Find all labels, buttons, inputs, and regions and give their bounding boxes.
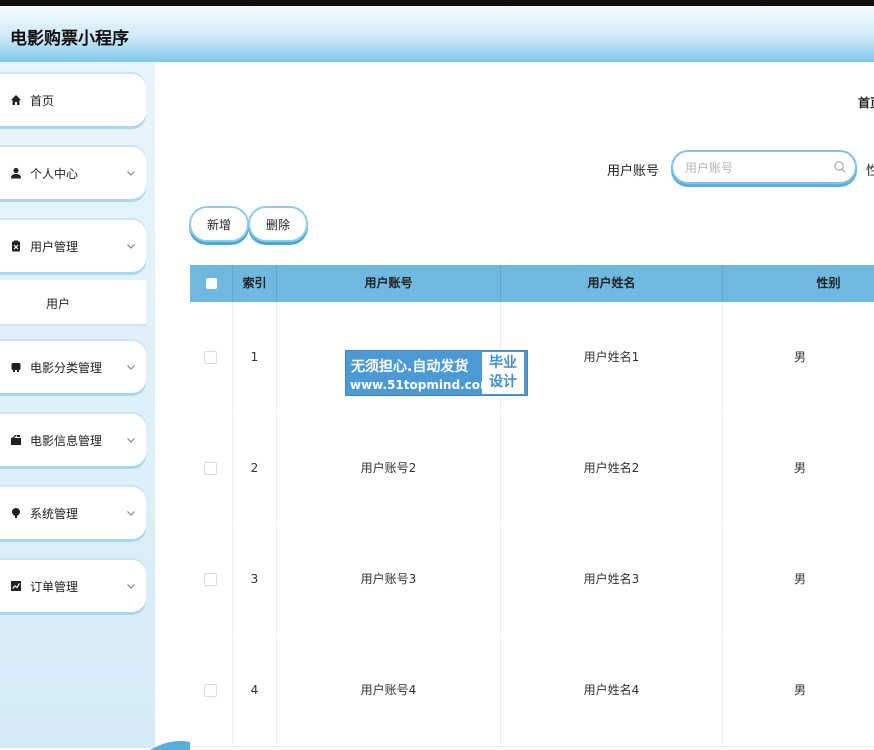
sidebar-item-personal-center[interactable]: 个人中心 — [0, 147, 146, 199]
row-select-cell[interactable] — [190, 413, 233, 523]
cell-index: 3 — [233, 524, 277, 634]
chevron-down-icon — [127, 171, 135, 176]
sidebar-item-label: 首页 — [30, 93, 55, 108]
home-icon — [10, 94, 22, 106]
select-all-checkbox[interactable] — [206, 278, 217, 289]
sidebar-item-label: 电影信息管理 — [30, 433, 103, 448]
header-select-all[interactable] — [190, 265, 233, 302]
category-icon — [10, 361, 22, 373]
table-row[interactable]: 3 用户账号3 用户姓名3 男 — [190, 524, 874, 636]
row-select-cell[interactable] — [190, 524, 233, 634]
chevron-down-icon — [127, 365, 135, 370]
cell-name: 用户姓名3 — [501, 524, 723, 634]
sidebar-subitem-user[interactable]: 用户 — [0, 280, 146, 324]
table-row[interactable]: 4 用户账号4 用户姓名4 男 — [190, 635, 874, 747]
cell-index: 2 — [233, 413, 277, 523]
cell-account: 用户账号2 — [277, 413, 501, 523]
sidebar-item-home[interactable]: 首页 — [0, 74, 146, 126]
cell-account: 用户账号4 — [277, 635, 501, 745]
sidebar-item-label: 系统管理 — [30, 506, 79, 521]
cell-name: 用户姓名4 — [501, 635, 723, 745]
cell-index: 1 — [233, 302, 277, 412]
cell-gender: 男 — [794, 683, 807, 697]
header-name: 用户姓名 — [501, 265, 723, 302]
person-icon — [10, 167, 22, 179]
watermark-badge: 毕业 设计 — [482, 352, 524, 394]
sidebar-subitem-label: 用户 — [46, 297, 71, 311]
chevron-down-icon — [127, 438, 135, 443]
cell-gender: 男 — [794, 350, 807, 364]
sidebar-item-label: 订单管理 — [30, 579, 79, 594]
app-title: 电影购票小程序 — [10, 29, 129, 49]
header-gender: 性别 — [816, 276, 841, 290]
watermark-url: www.51topmind.com — [350, 378, 493, 392]
cell-index: 4 — [233, 635, 277, 745]
watermark-badge-line2: 设计 — [489, 374, 517, 390]
chart-icon — [10, 580, 22, 592]
search-gender-label: 性 — [866, 164, 874, 179]
decorative-wave — [150, 741, 190, 750]
table-row[interactable]: 2 用户账号2 用户姓名2 男 — [190, 413, 874, 525]
sidebar: 首页 个人中心 用户管理 用户 电影分类管理 电影信息管理 系统管理 订单管理 — [0, 62, 155, 748]
sidebar-item-label: 电影分类管理 — [30, 360, 103, 375]
sidebar-item-label: 个人中心 — [30, 166, 79, 181]
sidebar-item-movie-info[interactable]: 电影信息管理 — [0, 414, 146, 466]
chevron-down-icon — [127, 511, 135, 516]
search-account-input[interactable] — [683, 158, 827, 178]
app-header: 电影购票小程序 — [0, 6, 874, 62]
breadcrumb[interactable]: 首页 — [858, 94, 874, 111]
delete-button[interactable]: 删除 — [248, 206, 308, 242]
row-checkbox[interactable] — [204, 351, 217, 364]
header-index: 索引 — [233, 265, 277, 302]
watermark-badge-line1: 毕业 — [489, 355, 517, 371]
row-select-cell[interactable] — [190, 302, 233, 412]
watermark-overlay: 无须担心.自动发货 www.51topmind.com 毕业 设计 — [345, 350, 528, 396]
clipboard-icon — [10, 240, 22, 252]
cell-gender: 男 — [794, 461, 807, 475]
table-header: 索引 用户账号 用户姓名 性别 — [190, 265, 874, 302]
sidebar-item-label: 用户管理 — [30, 239, 79, 254]
watermark-line1: 无须担心.自动发货 — [351, 359, 469, 375]
sidebar-item-order-management[interactable]: 订单管理 — [0, 560, 146, 612]
add-button[interactable]: 新增 — [189, 206, 249, 242]
watermark-text-block: 无须担心.自动发货 www.51topmind.com — [346, 351, 493, 395]
row-select-cell[interactable] — [190, 635, 233, 745]
sidebar-item-movie-category[interactable]: 电影分类管理 — [0, 341, 146, 393]
sidebar-item-system-management[interactable]: 系统管理 — [0, 487, 146, 539]
row-checkbox[interactable] — [204, 573, 217, 586]
cell-gender: 男 — [794, 572, 807, 586]
sidebar-item-user-management[interactable]: 用户管理 — [0, 220, 146, 272]
search-icon — [834, 161, 846, 173]
search-account-label: 用户账号 — [607, 164, 660, 179]
settings-icon — [10, 507, 22, 519]
cell-name: 用户姓名1 — [501, 302, 723, 412]
cell-account: 用户账号3 — [277, 524, 501, 634]
cell-name: 用户姓名2 — [501, 413, 723, 523]
header-account: 用户账号 — [277, 265, 501, 302]
chevron-down-icon — [127, 584, 135, 589]
search-account-field[interactable] — [671, 150, 857, 184]
film-icon — [10, 434, 22, 446]
row-checkbox[interactable] — [204, 684, 217, 697]
table-row[interactable]: 1 用户账号1 用户姓名1 男 — [190, 302, 874, 414]
row-checkbox[interactable] — [204, 462, 217, 475]
chevron-down-icon — [127, 244, 135, 249]
